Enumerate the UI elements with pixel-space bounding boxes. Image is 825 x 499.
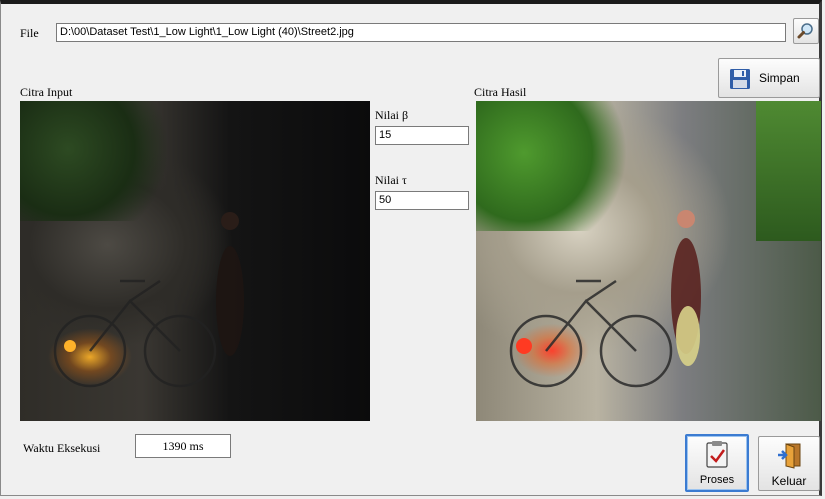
- output-image: [476, 101, 821, 421]
- output-image-label: Citra Hasil: [474, 85, 527, 99]
- exit-button[interactable]: Keluar: [758, 436, 820, 491]
- magnifier-icon: [797, 23, 813, 39]
- beta-label: Nilai β: [375, 108, 409, 122]
- exit-button-label: Keluar: [771, 474, 807, 488]
- execution-time-label: Waktu Eksekusi: [23, 441, 101, 455]
- save-button-label: Simpan: [759, 71, 800, 85]
- beta-input[interactable]: 15: [375, 126, 469, 145]
- clipboard-check-icon: [706, 441, 728, 468]
- tau-label: Nilai τ: [375, 173, 407, 187]
- tau-input[interactable]: 50: [375, 191, 469, 210]
- exit-door-icon: [778, 443, 801, 469]
- execution-time-value: 1390 ms: [135, 434, 231, 458]
- input-image: [20, 101, 370, 421]
- file-path-field[interactable]: D:\00\Dataset Test\1_Low Light\1_Low Lig…: [56, 23, 786, 42]
- browse-button[interactable]: [793, 18, 819, 44]
- file-label: File: [20, 26, 39, 40]
- process-button[interactable]: Proses: [685, 434, 749, 492]
- input-image-label: Citra Input: [20, 85, 73, 99]
- floppy-disk-icon: [730, 69, 750, 89]
- save-button[interactable]: Simpan: [718, 58, 820, 98]
- process-button-label: Proses: [699, 474, 735, 486]
- main-window: File D:\00\Dataset Test\1_Low Light\1_Lo…: [0, 0, 822, 496]
